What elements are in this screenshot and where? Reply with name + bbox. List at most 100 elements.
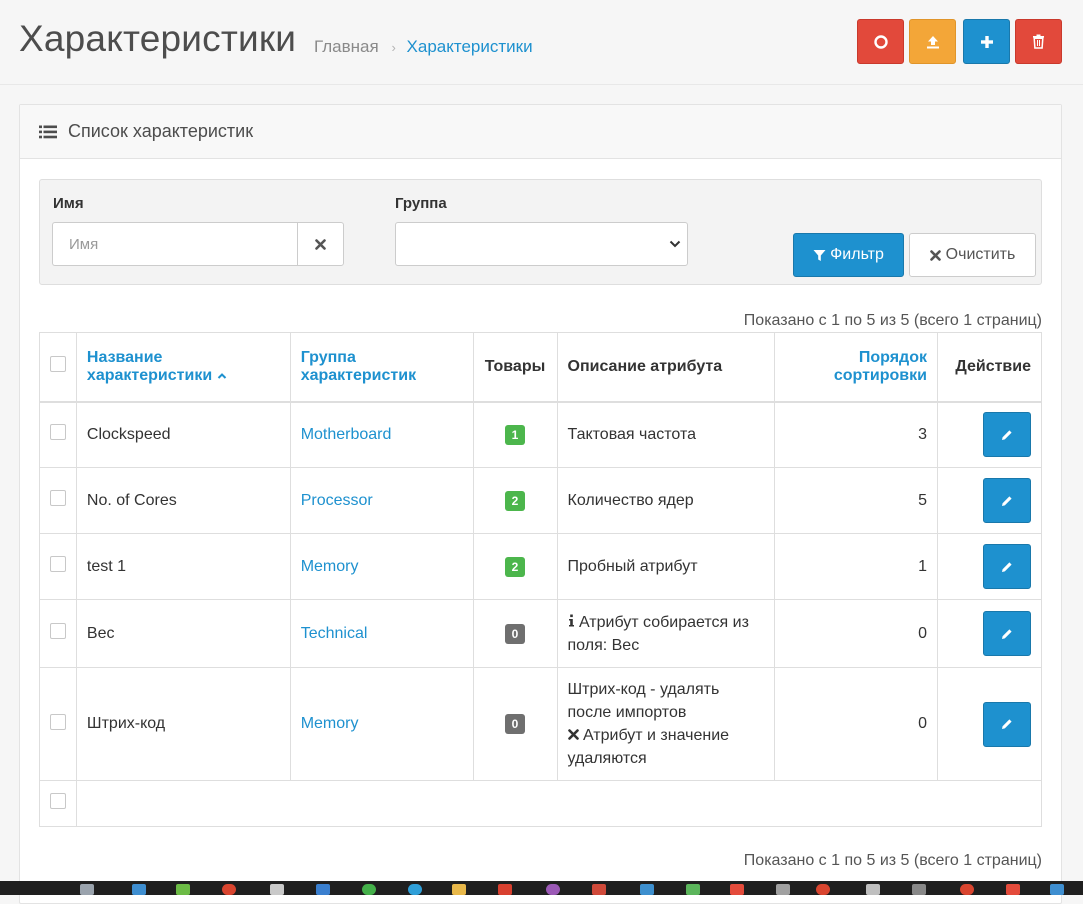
- row-select-cell: [39, 667, 77, 781]
- taskbar-app-icon[interactable]: [816, 884, 830, 895]
- taskbar-app-icon[interactable]: [546, 884, 560, 895]
- attribute-description: Пробный атрибут: [567, 558, 698, 575]
- circle-button[interactable]: [857, 19, 904, 64]
- taskbar-app-icon[interactable]: [640, 884, 654, 895]
- column-header-group[interactable]: Группа характеристик: [289, 332, 474, 403]
- clear-name-button[interactable]: [297, 222, 344, 266]
- filter-button[interactable]: Фильтр: [793, 233, 904, 277]
- taskbar-app-icon[interactable]: [1006, 884, 1020, 895]
- attribute-group-link[interactable]: Motherboard: [301, 426, 392, 443]
- table-row: No. of Cores Processor 2 Количество ядер…: [39, 467, 1043, 534]
- taskbar-app-icon[interactable]: [686, 884, 700, 895]
- taskbar-app-icon[interactable]: [452, 884, 466, 895]
- taskbar-app-icon[interactable]: [316, 884, 330, 895]
- edit-button[interactable]: [983, 701, 1031, 747]
- close-icon: [315, 238, 326, 250]
- row-checkbox[interactable]: [49, 623, 66, 639]
- pencil-icon: [1002, 495, 1012, 506]
- taskbar-app-icon[interactable]: [80, 884, 94, 895]
- taskbar-app-icon[interactable]: [960, 884, 974, 895]
- page-title: Характеристики: [19, 18, 297, 59]
- row-checkbox[interactable]: [49, 490, 66, 506]
- attribute-name: Clockspeed: [75, 401, 291, 468]
- row-select-cell: [39, 533, 77, 600]
- pagination-summary-bottom: Показано с 1 по 5 из 5 (всего 1 страниц): [743, 852, 1042, 869]
- clear-filter-button[interactable]: Очистить: [909, 233, 1036, 277]
- taskbar-app-icon[interactable]: [592, 884, 606, 895]
- filter-button-label: Фильтр: [830, 246, 884, 263]
- edit-button[interactable]: [983, 412, 1031, 458]
- taskbar-app-icon[interactable]: [270, 884, 284, 895]
- taskbar-app-icon[interactable]: [866, 884, 880, 895]
- edit-button[interactable]: [983, 544, 1031, 589]
- taskbar-app-icon[interactable]: [132, 884, 146, 895]
- table-row: Clockspeed Motherboard 1 Тактовая частот…: [39, 401, 1043, 468]
- delete-button[interactable]: [1015, 19, 1062, 64]
- group-filter-select[interactable]: [395, 222, 688, 266]
- breadcrumb: Главная › Характеристики: [314, 37, 533, 57]
- sort-order-value: 0: [774, 667, 938, 781]
- column-header-products: Товары: [472, 332, 558, 403]
- taskbar-app-icon[interactable]: [1050, 884, 1064, 895]
- clear-filter-label: Очистить: [945, 246, 1016, 263]
- row-checkbox[interactable]: [49, 556, 66, 572]
- attribute-group-link[interactable]: Memory: [301, 715, 359, 732]
- upload-icon: [926, 35, 939, 48]
- panel-title: Список характеристик: [68, 121, 254, 141]
- column-header-action: Действие: [936, 332, 1043, 403]
- select-all-checkbox[interactable]: [49, 356, 66, 373]
- select-all-checkbox-bottom[interactable]: [49, 793, 66, 809]
- pencil-icon: [1002, 561, 1012, 572]
- edit-button[interactable]: [983, 611, 1031, 656]
- column-header-name[interactable]: Название характеристики: [75, 332, 291, 403]
- add-button[interactable]: [963, 19, 1010, 64]
- panel-heading: Список характеристик: [20, 105, 1061, 159]
- products-count-badge: 2: [505, 556, 526, 577]
- attributes-panel: Список характеристик Имя Группа Фильтр О…: [19, 104, 1062, 904]
- pagination-summary-top: Показано с 1 по 5 из 5 (всего 1 страниц): [743, 312, 1042, 329]
- group-filter-label: Группа: [395, 195, 447, 212]
- sort-order-value: 0: [774, 599, 938, 668]
- row-select-cell: [39, 401, 77, 468]
- name-filter-input[interactable]: [52, 222, 298, 266]
- breadcrumb-home-link[interactable]: Главная: [314, 37, 379, 56]
- edit-button[interactable]: [983, 478, 1031, 523]
- table-header-row: Название характеристики Группа характери…: [39, 332, 1043, 403]
- pencil-icon: [1002, 628, 1012, 639]
- column-header-name-label: Название характеристики: [86, 348, 213, 384]
- filter-icon: [813, 249, 826, 261]
- attribute-description: Количество ядер: [567, 492, 694, 509]
- name-filter-label: Имя: [53, 195, 84, 212]
- os-taskbar: [0, 881, 1083, 895]
- footer-empty-cell: [75, 780, 1043, 827]
- attribute-description: Штрих-код - удалять после импортов: [567, 681, 720, 721]
- footer-select-cell: [39, 780, 77, 827]
- attribute-group-link[interactable]: Processor: [301, 492, 373, 509]
- breadcrumb-current-link[interactable]: Характеристики: [407, 37, 533, 56]
- attribute-group-link[interactable]: Memory: [301, 558, 359, 575]
- sort-asc-icon: [217, 372, 226, 379]
- table-row: test 1 Memory 2 Пробный атрибут 1: [39, 533, 1043, 600]
- row-checkbox[interactable]: [49, 424, 66, 441]
- taskbar-app-icon[interactable]: [730, 884, 744, 895]
- taskbar-app-icon[interactable]: [222, 884, 236, 895]
- close-icon: [929, 249, 941, 261]
- pencil-icon: [1002, 719, 1012, 729]
- row-checkbox[interactable]: [49, 713, 66, 730]
- attribute-name: Вес: [75, 599, 291, 668]
- taskbar-app-icon[interactable]: [408, 884, 422, 895]
- column-header-sort-order[interactable]: Порядок сортировки: [774, 332, 938, 403]
- taskbar-app-icon[interactable]: [912, 884, 926, 895]
- circle-icon: [873, 34, 888, 49]
- taskbar-app-icon[interactable]: [498, 884, 512, 895]
- taskbar-app-icon[interactable]: [176, 884, 190, 895]
- upload-button[interactable]: [909, 19, 956, 64]
- list-icon: [39, 125, 57, 139]
- taskbar-app-icon[interactable]: [362, 884, 376, 895]
- attribute-group-link[interactable]: Technical: [301, 625, 368, 642]
- taskbar-app-icon[interactable]: [776, 884, 790, 895]
- page-header: Характеристики Главная › Характеристики: [0, 0, 1083, 85]
- pencil-icon: [1002, 430, 1012, 440]
- table-footer-row: [39, 780, 1043, 827]
- products-count-badge: 0: [505, 623, 526, 644]
